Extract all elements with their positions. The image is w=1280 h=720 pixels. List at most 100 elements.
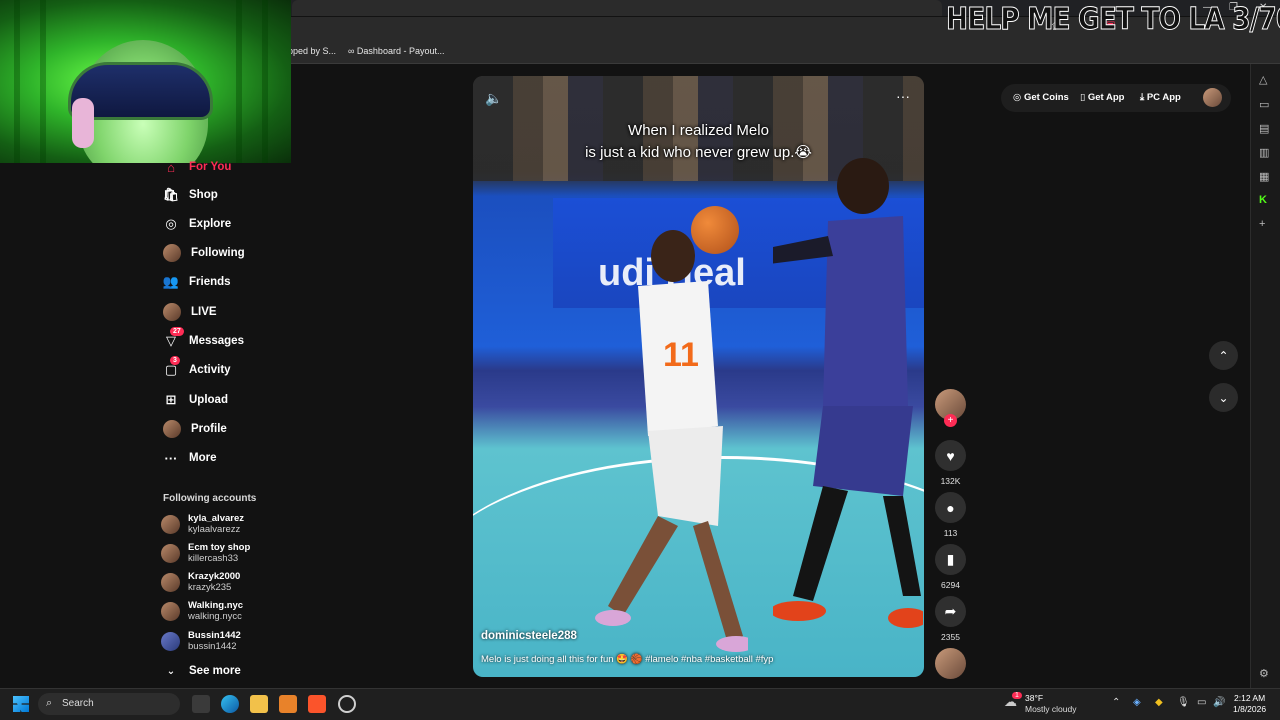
avatar-icon xyxy=(163,420,181,438)
sidebar-item-explore[interactable]: ◎ Explore xyxy=(163,213,231,235)
chevron-down-icon: ⌄ xyxy=(1218,390,1229,405)
save-button[interactable]: ▮ 6294 xyxy=(935,544,966,590)
account-handle: killercash33 xyxy=(188,553,239,564)
avatar xyxy=(161,631,180,651)
account-handle: kylaalvarezz xyxy=(188,524,241,535)
get-coins-label: Get Coins xyxy=(1023,92,1069,103)
bookmark-item[interactable]: pped by S... xyxy=(288,46,336,56)
task-view-icon[interactable] xyxy=(192,695,210,713)
account-name: Walking.nyc xyxy=(188,600,244,611)
sidebar-item-label: More xyxy=(189,452,217,464)
avatar xyxy=(161,572,180,592)
share-button[interactable]: ➦ 2355 xyxy=(935,596,966,642)
see-more-label: See more xyxy=(189,665,241,677)
more-options-icon[interactable]: ··· xyxy=(896,88,910,104)
avatar-icon xyxy=(163,303,181,321)
bookmark-icon[interactable]: ▥ xyxy=(1259,146,1269,159)
sidebar-item-more[interactable]: ··· More xyxy=(163,447,217,469)
download-icon: ⤓ xyxy=(1140,92,1147,103)
caption-line: is just a kid who never grew up.😭 xyxy=(585,144,812,161)
avatar-icon xyxy=(163,244,181,262)
following-account-item[interactable]: Walking.nyc walking.nycc xyxy=(161,600,243,622)
jersey-number: 11 xyxy=(663,336,699,374)
share-count: 2355 xyxy=(941,632,960,642)
activity-badge: 3 xyxy=(170,356,180,365)
more-icon: ··· xyxy=(164,450,178,466)
account-handle: bussin1442 xyxy=(188,641,237,652)
bookmark-item[interactable]: ∞ Dashboard - Payout... xyxy=(348,46,444,56)
comment-button[interactable]: ● 113 xyxy=(935,492,966,538)
basketball xyxy=(691,206,739,254)
comment-count: 113 xyxy=(943,528,958,538)
shop-icon: 🛍 xyxy=(162,187,180,202)
see-more-button[interactable]: ⌄ See more xyxy=(163,660,241,682)
get-coins-button[interactable]: ◎ Get Coins xyxy=(1013,92,1069,103)
video-caption-overlay: When I realized Melo is just a kid who n… xyxy=(473,120,924,164)
headphone xyxy=(72,98,94,148)
sidebar-item-label: Profile xyxy=(191,423,227,435)
microphone-icon[interactable]: 🎙 xyxy=(1177,697,1190,708)
bookmark-label: Dashboard - Payout... xyxy=(356,46,445,56)
clock-time[interactable]: 2:12 AM xyxy=(1234,693,1265,703)
home-icon: ⌂ xyxy=(167,159,175,175)
sidebar-item-friends[interactable]: 👥 Friends xyxy=(163,271,231,293)
caption-line: When I realized Melo xyxy=(628,122,769,139)
sidebar-item-messages[interactable]: ▽ 27 Messages xyxy=(163,327,244,352)
search-icon: ⌕ xyxy=(46,697,53,709)
settings-icon[interactable]: ⚙ xyxy=(1259,667,1269,680)
taskbar-search[interactable]: ⌕ Search xyxy=(38,693,180,715)
obs-icon[interactable] xyxy=(338,695,356,713)
weather-badge: 1 xyxy=(1012,692,1022,699)
creator-avatar-button[interactable]: + xyxy=(935,389,966,427)
webcam-overlay xyxy=(0,0,291,163)
sidebar-item-activity[interactable]: ▢ 3 Activity xyxy=(163,356,231,381)
active-tab[interactable] xyxy=(292,0,942,16)
kick-icon[interactable]: K xyxy=(1259,194,1267,206)
file-explorer-icon[interactable] xyxy=(250,695,268,713)
account-name: kyla_alvarez xyxy=(188,513,244,524)
following-account-item[interactable]: Ecm toy shop killercash33 xyxy=(161,542,250,564)
avatar xyxy=(161,514,180,534)
sidebar-item-profile[interactable]: Profile xyxy=(163,418,227,440)
avatar xyxy=(161,543,180,563)
next-video-button[interactable]: ⌄ xyxy=(1209,383,1238,412)
network-icon[interactable]: ▭ xyxy=(1197,697,1206,708)
pc-app-button[interactable]: ⤓ PC App xyxy=(1140,92,1181,103)
following-accounts-title: Following accounts xyxy=(163,493,257,504)
video-author[interactable]: dominicsteele288 xyxy=(481,630,577,642)
following-account-item[interactable]: Krazyk2000 krazyk235 xyxy=(161,571,240,593)
app-icon[interactable] xyxy=(279,695,297,713)
chevron-up-icon[interactable]: ⌃ xyxy=(1112,697,1120,708)
leo-icon[interactable]: △ xyxy=(1259,73,1267,86)
reading-list-icon[interactable]: ▦ xyxy=(1259,170,1269,183)
follow-plus-icon[interactable]: + xyxy=(944,414,957,427)
account-name: Bussin1442 xyxy=(188,630,241,641)
weather-temp[interactable]: 38°F xyxy=(1025,693,1043,703)
profile-avatar[interactable] xyxy=(1203,88,1222,107)
wallet-icon[interactable]: ▤ xyxy=(1259,122,1269,135)
add-panel-icon[interactable]: + xyxy=(1259,218,1265,230)
following-account-item[interactable]: kyla_alvarez kylaalvarezz xyxy=(161,513,244,535)
clock-date[interactable]: 1/8/2026 xyxy=(1233,704,1266,714)
comment-icon: ● xyxy=(935,492,966,523)
volume-icon[interactable]: 🔈 xyxy=(485,90,502,107)
tray-app-icon[interactable]: ◆ xyxy=(1155,697,1163,708)
playlist-icon[interactable]: ▭ xyxy=(1259,98,1269,111)
sidebar-item-for-you[interactable]: ⌂ For You xyxy=(163,156,231,178)
sound-avatar-button[interactable] xyxy=(935,648,966,679)
previous-video-button[interactable]: ⌃ xyxy=(1209,341,1238,370)
get-app-button[interactable]: ▯ Get App xyxy=(1080,92,1124,103)
sidebar-item-upload[interactable]: ⊞ Upload xyxy=(163,389,228,411)
weather-desc[interactable]: Mostly cloudy xyxy=(1025,704,1077,714)
sidebar-item-live[interactable]: LIVE xyxy=(163,301,217,323)
sidebar-item-shop[interactable]: 🛍 Shop xyxy=(163,184,218,206)
brave-icon[interactable] xyxy=(308,695,326,713)
edge-icon[interactable] xyxy=(221,695,239,713)
upload-icon: ⊞ xyxy=(165,392,177,407)
like-button[interactable]: ♥ 132K xyxy=(935,440,966,486)
sidebar-item-following[interactable]: Following xyxy=(163,242,245,264)
tray-app-icon[interactable]: ◈ xyxy=(1133,697,1141,708)
video-player[interactable]: udi Heal 11 When I realized Melo is just… xyxy=(473,76,924,677)
volume-icon[interactable]: 🔊 xyxy=(1213,697,1225,708)
following-account-item[interactable]: Bussin1442 bussin1442 xyxy=(161,630,241,652)
